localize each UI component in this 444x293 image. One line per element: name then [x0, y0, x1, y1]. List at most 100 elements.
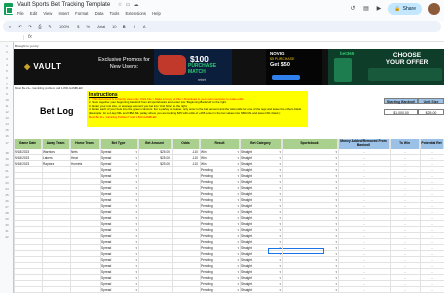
row-number[interactable]: 8	[0, 86, 14, 90]
row-number[interactable]: 24	[0, 187, 14, 191]
menu-edit[interactable]: Edit	[30, 11, 37, 16]
row-number[interactable]: 30	[0, 223, 14, 227]
unit-size-value[interactable]: $25.00	[418, 109, 444, 115]
row-number[interactable]: 5	[0, 69, 14, 73]
cell-sportsbook[interactable]	[282, 287, 338, 293]
cell-odds[interactable]	[172, 287, 200, 293]
share-button[interactable]: 🔒 Share	[388, 3, 422, 15]
header-bankroll-change[interactable]: Money Added/Removed From Bankroll	[338, 139, 390, 149]
menu-file[interactable]: File	[17, 11, 24, 16]
redo-icon[interactable]: ↷	[27, 24, 33, 29]
header-odds[interactable]: Odds	[172, 139, 200, 149]
novig-ad[interactable]: NOVIG $5 PURCHASE Get $50	[266, 49, 322, 85]
zoom-select[interactable]: 100%	[57, 24, 71, 29]
cell-bet-type[interactable]: Spread	[100, 287, 138, 293]
row-number[interactable]: 18	[0, 151, 14, 155]
rebet-brand: rebet	[198, 78, 206, 82]
menu-insert[interactable]: Insert	[59, 11, 69, 16]
row-number[interactable]: 28	[0, 211, 14, 215]
header-away-team[interactable]: Away Team	[42, 139, 70, 149]
row-number[interactable]: 12	[0, 110, 14, 114]
row-number[interactable]: 20	[0, 163, 14, 167]
row-number[interactable]: 4	[0, 63, 14, 67]
row-number[interactable]: 16	[0, 134, 14, 138]
font-select[interactable]: Arial	[95, 24, 107, 29]
cell-away-team[interactable]	[42, 287, 70, 293]
header-game-date[interactable]: Game Date	[14, 139, 42, 149]
bet365-ad[interactable]: bet365 CHOOSE YOUR OFFER	[328, 49, 444, 85]
spreadsheet-grid[interactable]: 1 2 3 4 5 6 7 8 9 10 11 12 13 14 15 16 17 18 19 20 21 22 23 24 2…	[0, 42, 444, 293]
row-number[interactable]: 6	[0, 76, 14, 80]
header-bet-category[interactable]: Bet Category	[240, 139, 282, 149]
undo-icon[interactable]: ↶	[17, 24, 23, 29]
italic-icon[interactable]: I	[131, 24, 137, 29]
row-number[interactable]: 23	[0, 181, 14, 185]
cell-bet-amount[interactable]	[138, 287, 172, 293]
menu-extensions[interactable]: Extensions	[126, 11, 146, 16]
star-icon[interactable]: ☆	[117, 2, 123, 8]
cell-home-team[interactable]	[70, 287, 100, 293]
row-number[interactable]: 32	[0, 235, 14, 239]
row-number[interactable]: 13	[0, 116, 14, 120]
history-icon[interactable]: ↺	[349, 6, 356, 13]
cell-to-win[interactable]: -	[390, 287, 420, 293]
header-home-team[interactable]: Home Team	[70, 139, 100, 149]
print-icon[interactable]: ⎙	[37, 24, 43, 29]
row-number[interactable]: 14	[0, 122, 14, 126]
cell-game-date[interactable]	[14, 287, 42, 293]
row-number[interactable]: 27	[0, 205, 14, 209]
bold-icon[interactable]: B	[121, 24, 127, 29]
name-box[interactable]	[4, 35, 24, 40]
comment-icon[interactable]: ▤	[362, 6, 369, 13]
menu-tools[interactable]: Tools	[110, 11, 120, 16]
row-number[interactable]: 21	[0, 169, 14, 173]
row-number[interactable]: 15	[0, 128, 14, 132]
cloud-status-icon[interactable]: ☁	[133, 2, 139, 8]
font-size-select[interactable]: 10	[111, 24, 117, 29]
row-number[interactable]: 11	[0, 104, 14, 108]
row-number[interactable]: 25	[0, 193, 14, 197]
row-number[interactable]: 3	[0, 57, 14, 61]
menu-help[interactable]: Help	[152, 11, 161, 16]
header-sportsbook[interactable]: Sportsbook	[282, 139, 338, 149]
rebet-ad[interactable]: $100 PURCHASE MATCH rebet	[154, 49, 232, 85]
row-number[interactable]: 22	[0, 175, 14, 179]
row-number[interactable]: 29	[0, 217, 14, 221]
currency-icon[interactable]: $	[75, 24, 81, 29]
row-headers: 1 2 3 4 5 6 7 8 9 10 11 12 13 14 15 16 17 18 19 20 21 22 23 24 2…	[0, 42, 14, 293]
menu-data[interactable]: Data	[95, 11, 104, 16]
row-number[interactable]: 9	[0, 92, 14, 96]
percent-icon[interactable]: %	[85, 24, 91, 29]
row-number[interactable]: 31	[0, 229, 14, 233]
avatar[interactable]	[428, 3, 440, 15]
row-number[interactable]: 1	[0, 44, 14, 48]
menu-format[interactable]: Format	[75, 11, 88, 16]
row-number[interactable]: 26	[0, 199, 14, 203]
top-right-controls: ↺ ▤ ▶ 🔒 Share	[349, 3, 440, 15]
text-color-icon[interactable]: A	[141, 24, 147, 29]
row-number[interactable]: 2	[0, 50, 14, 54]
header-result[interactable]: Result	[200, 139, 240, 149]
header-potential-return[interactable]: Potential Ret	[420, 139, 444, 149]
move-folder-icon[interactable]: ▭	[125, 2, 131, 8]
starting-bankroll-value[interactable]: $1,000.00	[384, 109, 418, 115]
row-number[interactable]: 19	[0, 157, 14, 161]
cell-bankroll-change[interactable]: -	[338, 287, 390, 293]
document-title[interactable]: Vault Sports Bet Tracking Template	[17, 2, 110, 8]
paint-format-icon[interactable]: ✎	[47, 24, 53, 29]
menu-view[interactable]: View	[43, 11, 52, 16]
selected-cell[interactable]	[268, 248, 324, 254]
meet-icon[interactable]: ▶	[375, 6, 382, 13]
cell-potential-return[interactable]: -	[420, 287, 444, 293]
row-number[interactable]: 17	[0, 141, 14, 145]
cell-result[interactable]: Pending	[200, 287, 240, 293]
search-menus-icon[interactable]: ⌕	[7, 24, 13, 29]
brought-by-text: Brought to you by:	[15, 44, 40, 48]
lock-icon: 🔒	[394, 6, 401, 12]
header-to-win[interactable]: To Win	[390, 139, 420, 149]
header-bet-type[interactable]: Bet Type	[100, 139, 138, 149]
header-bet-amount[interactable]: Bet Amount	[138, 139, 172, 149]
cell-bet-category[interactable]: Straight	[240, 287, 282, 293]
sheets-logo-icon[interactable]	[4, 3, 13, 15]
row-number[interactable]: 10	[0, 98, 14, 102]
